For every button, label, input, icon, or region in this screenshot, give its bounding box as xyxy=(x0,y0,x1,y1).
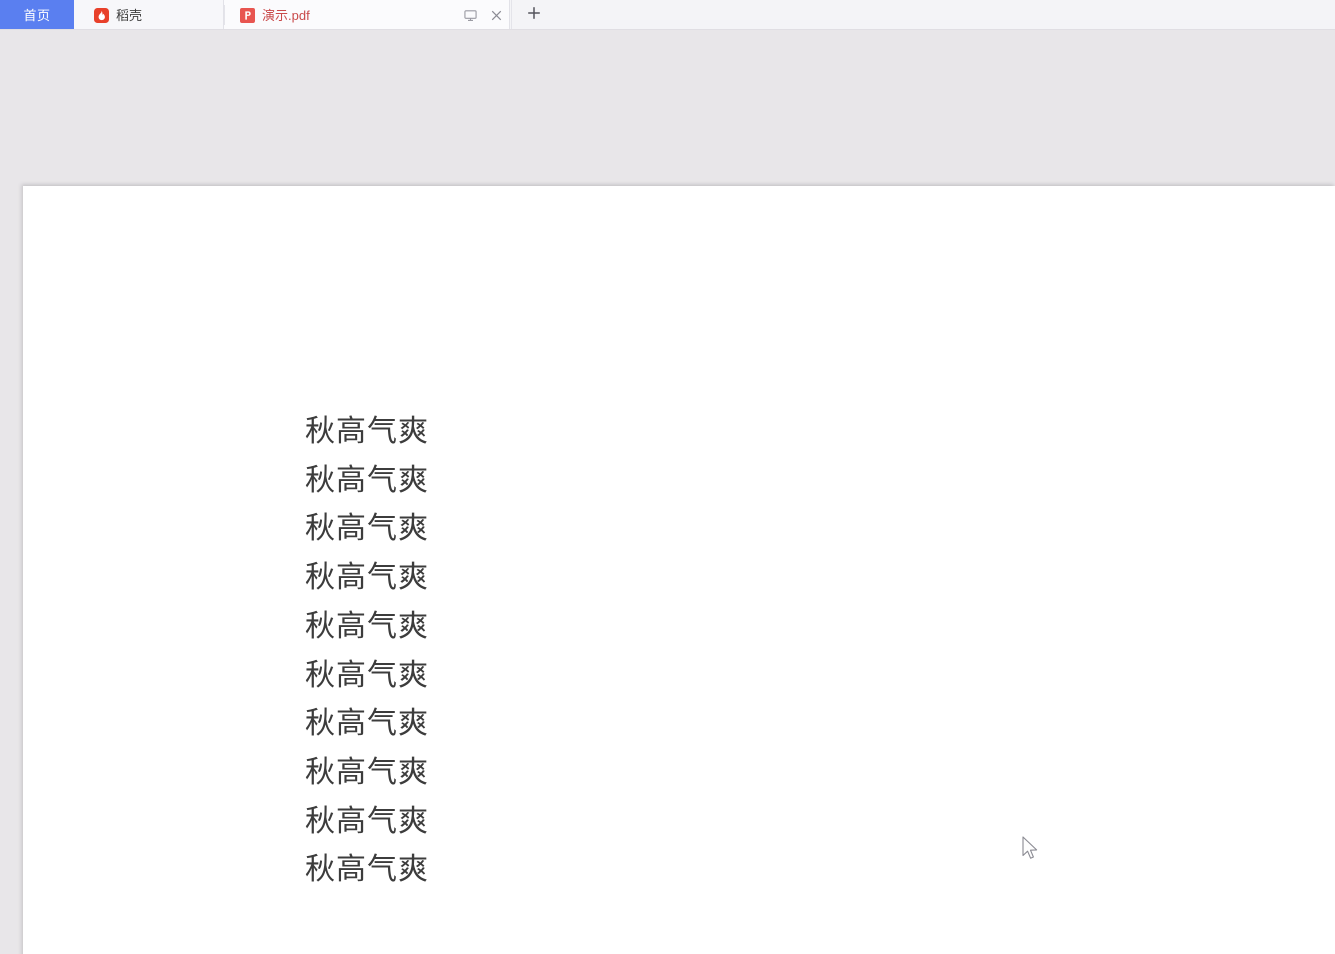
tab-docer-label: 稻壳 xyxy=(116,7,143,23)
application-window: 首页 稻壳 演示.pdf 秋高气爽 秋高气爽 秋高气爽 秋高气爽 秋高气爽 秋高… xyxy=(0,0,1335,954)
tab-home[interactable]: 首页 xyxy=(0,0,74,30)
document-line: 秋高气爽 xyxy=(305,706,429,742)
document-line: 秋高气爽 xyxy=(305,414,429,449)
page-text-block: 秋高气爽 秋高气爽 秋高气爽 秋高气爽 秋高气爽 秋高气爽 秋高气爽 秋高气爽 … xyxy=(305,408,705,895)
tab-presentation-pdf[interactable]: 演示.pdf xyxy=(224,0,510,30)
document-line: 秋高气爽 xyxy=(305,462,429,498)
tab-docer[interactable]: 稻壳 xyxy=(74,0,224,30)
document-line: 秋高气爽 xyxy=(305,852,429,888)
tab-divider xyxy=(224,5,225,25)
tab-home-label: 首页 xyxy=(23,7,51,23)
plus-icon xyxy=(526,5,542,26)
new-tab-button[interactable] xyxy=(511,0,555,30)
document-line: 秋高气爽 xyxy=(305,754,429,790)
close-tab-button[interactable] xyxy=(483,0,509,30)
document-line: 秋高气爽 xyxy=(305,560,429,596)
monitor-icon-button[interactable] xyxy=(457,0,483,30)
close-icon xyxy=(490,9,503,22)
document-line: 秋高气爽 xyxy=(305,803,429,839)
wps-presentation-icon xyxy=(240,7,255,23)
document-line: 秋高气爽 xyxy=(305,608,429,644)
docer-flame-icon xyxy=(94,7,109,23)
tab-action-group xyxy=(457,0,509,30)
document-workspace: 秋高气爽 秋高气爽 秋高气爽 秋高气爽 秋高气爽 秋高气爽 秋高气爽 秋高气爽 … xyxy=(0,30,1335,954)
document-line: 秋高气爽 xyxy=(305,511,429,547)
monitor-icon xyxy=(463,9,477,22)
pdf-page[interactable]: 秋高气爽 秋高气爽 秋高气爽 秋高气爽 秋高气爽 秋高气爽 秋高气爽 秋高气爽 … xyxy=(23,186,1335,954)
document-line: 秋高气爽 xyxy=(305,657,429,693)
tab-presentation-pdf-label: 演示.pdf xyxy=(262,7,310,23)
tab-bar: 首页 稻壳 演示.pdf xyxy=(0,0,1335,30)
